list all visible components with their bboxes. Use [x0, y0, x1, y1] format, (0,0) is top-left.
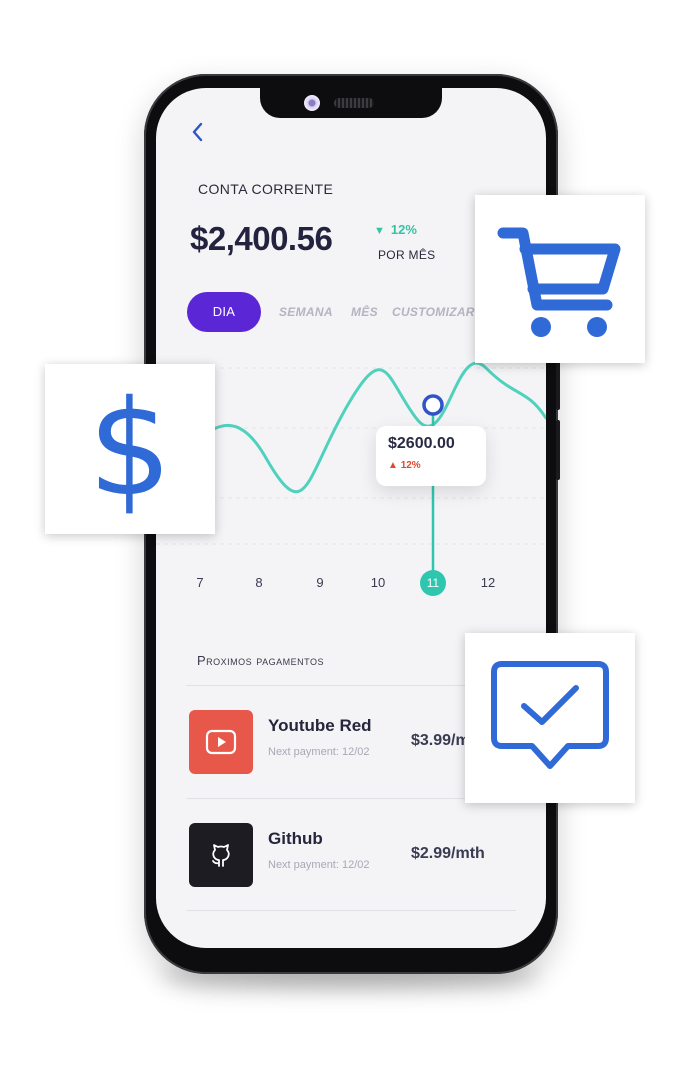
- payment-item-github[interactable]: Github Next payment: 12/02 $2.99/mth: [189, 823, 509, 889]
- phone-side-button: [556, 420, 560, 480]
- account-label: CONTA CORRENTE: [198, 181, 334, 197]
- divider: [186, 910, 516, 911]
- payment-item-youtube[interactable]: Youtube Red Next payment: 12/02 $3.99/mt…: [189, 710, 509, 776]
- chart-tooltip: $2600.00 ▲ 12%: [376, 426, 486, 486]
- dollar-card[interactable]: $: [45, 364, 215, 534]
- x-tick[interactable]: 9: [305, 575, 335, 590]
- tooltip-change-value: 12%: [400, 460, 421, 471]
- x-tick[interactable]: 10: [363, 575, 393, 590]
- payment-next-date: Next payment: 12/02: [268, 859, 370, 871]
- tooltip-change: ▲ 12%: [388, 460, 421, 471]
- back-button[interactable]: [186, 120, 210, 144]
- change-percent-value: 12%: [390, 222, 417, 237]
- payment-name: Youtube Red: [268, 716, 372, 735]
- dollar-sign-icon: $: [88, 372, 172, 526]
- x-tick[interactable]: 7: [185, 575, 215, 590]
- tab-mes[interactable]: MÊS: [351, 292, 378, 332]
- x-tick[interactable]: 12: [473, 575, 503, 590]
- tab-dia[interactable]: DIA: [187, 292, 261, 332]
- approval-card[interactable]: [465, 633, 635, 803]
- account-balance: $2,400.56: [190, 220, 333, 257]
- front-camera: [304, 95, 320, 111]
- payment-name: Github: [268, 829, 323, 848]
- selected-point: [422, 394, 444, 416]
- message-check-icon: [491, 661, 609, 769]
- tab-semana[interactable]: SEMANA: [279, 292, 333, 332]
- play-icon: [205, 729, 237, 755]
- tab-customizar[interactable]: CUSTOMIZAR: [392, 292, 475, 332]
- payment-amount: $2.99/mth: [411, 845, 485, 862]
- speaker-grill: [334, 98, 374, 108]
- tooltip-value: $2600.00: [388, 435, 455, 452]
- cart-card[interactable]: [475, 195, 645, 363]
- youtube-icon: [189, 710, 253, 774]
- github-icon: [189, 823, 253, 887]
- trend-down-icon: ▼: [374, 225, 385, 237]
- chevron-left-icon: [192, 122, 203, 142]
- x-tick-selected[interactable]: 11: [420, 570, 446, 596]
- section-title: Proximos pagamentos: [197, 653, 324, 668]
- shopping-cart-icon: [497, 227, 621, 337]
- change-percent: ▼ 12%: [374, 222, 417, 237]
- payment-next-date: Next payment: 12/02: [268, 746, 370, 758]
- octocat-icon: [212, 844, 230, 867]
- x-tick[interactable]: 8: [244, 575, 274, 590]
- period-label: POR MÊS: [378, 248, 436, 262]
- phone-notch: [260, 88, 442, 118]
